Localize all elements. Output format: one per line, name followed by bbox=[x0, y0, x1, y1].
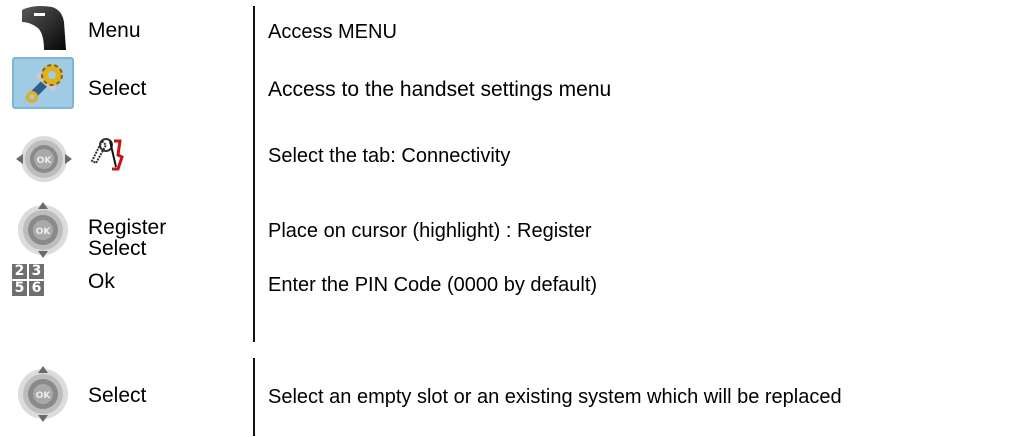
key-label-menu: Menu bbox=[88, 19, 141, 42]
svg-text:OK: OK bbox=[37, 156, 53, 166]
keypad-digit: 6 bbox=[29, 281, 44, 296]
keypad-digit: 2 bbox=[12, 264, 27, 279]
keypad-digit: 3 bbox=[29, 264, 44, 279]
description-slot: Select an empty slot or an existing syst… bbox=[268, 386, 842, 408]
keypad-icon: 2 3 5 6 bbox=[12, 264, 46, 298]
description-connectivity: Select the tab: Connectivity bbox=[268, 145, 511, 167]
navigation-up-down-icon: OK bbox=[18, 202, 68, 258]
svg-text:OK: OK bbox=[36, 227, 52, 237]
description-register: Place on cursor (highlight) : Register bbox=[268, 220, 592, 242]
settings-tools-icon bbox=[12, 57, 74, 109]
svg-text:OK: OK bbox=[36, 391, 52, 401]
key-label-select: Select bbox=[88, 77, 147, 100]
connectivity-tab-icon bbox=[90, 138, 124, 171]
description-pin: Enter the PIN Code (0000 by default) bbox=[268, 274, 598, 296]
description-settings: Access to the handset settings menu bbox=[268, 78, 612, 101]
key-label-register-select: Select bbox=[88, 237, 147, 260]
keypad-digit: 5 bbox=[12, 281, 27, 296]
description-menu: Access MENU bbox=[268, 21, 397, 43]
key-label-ok: Ok bbox=[88, 270, 115, 293]
navigation-up-down-icon: OK bbox=[18, 366, 68, 422]
key-label-select-slot: Select bbox=[88, 384, 147, 407]
soft-key-icon bbox=[22, 6, 66, 50]
key-label-register: Register bbox=[88, 216, 167, 239]
column-divider-bottom bbox=[253, 358, 255, 436]
navigation-left-right-icon: OK bbox=[16, 136, 72, 182]
column-divider-top bbox=[253, 6, 255, 342]
